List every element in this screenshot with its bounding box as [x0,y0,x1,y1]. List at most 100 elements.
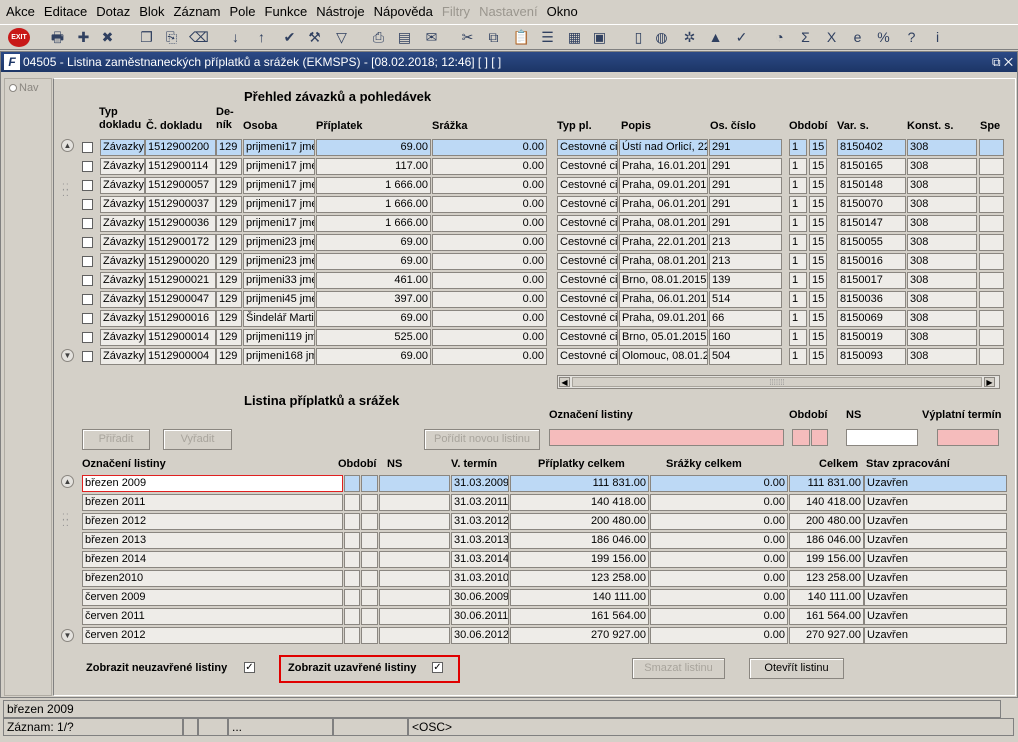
lower-cell[interactable] [379,475,450,492]
upper-cell[interactable]: 0.00 [432,215,547,232]
upper-cell[interactable]: Cestovné ci [557,139,618,156]
lower-cell[interactable] [361,475,378,492]
row-checkbox[interactable] [82,313,93,324]
lower-cell[interactable] [344,627,360,644]
upper-cell[interactable]: 308 [907,348,977,365]
lower-cell[interactable]: 31.03.2013 [451,532,509,549]
lower-cell[interactable] [379,551,450,568]
upper-cell[interactable]: 0.00 [432,291,547,308]
window-restore-icon[interactable]: ⧉ ✕ [992,52,1013,72]
upper-cell[interactable]: 1512900021 [145,272,216,289]
lower-cell[interactable]: březen 2013 [82,532,343,549]
upper-cell[interactable]: 1 [789,234,807,251]
upper-cell[interactable]: 1 [789,196,807,213]
upper-cell[interactable]: 15 [809,272,827,289]
upper-cell[interactable]: 8150148 [837,177,906,194]
upper-cell[interactable]: 69.00 [316,234,431,251]
upper-cell[interactable]: 1 666.00 [316,215,431,232]
upper-cell[interactable]: 66 [709,310,782,327]
upper-cell[interactable]: Brno, 05.01.2015 [619,329,708,346]
upper-cell[interactable]: 308 [907,329,977,346]
upper-cell[interactable]: 129 [216,177,242,194]
lower-cell[interactable] [361,513,378,530]
smazat-button[interactable]: Smazat listinu [632,658,725,679]
upper-cell[interactable]: 139 [709,272,782,289]
upper-cell[interactable]: 308 [907,215,977,232]
lower-cell[interactable] [361,532,378,549]
lower-cell[interactable]: březen 2009 [82,475,343,492]
print-preview-icon[interactable]: 🖶 [48,28,67,47]
lower-cell[interactable]: červen 2009 [82,589,343,606]
upper-cell[interactable]: 0.00 [432,234,547,251]
lower-scroll-up-icon[interactable]: ▲ [61,475,74,488]
lower-cell[interactable]: 186 046.00 [510,532,649,549]
upper-cell[interactable]: 129 [216,253,242,270]
menu-3[interactable]: Blok [136,4,167,19]
upper-cell[interactable]: 8150147 [837,215,906,232]
row-checkbox[interactable] [82,161,93,172]
upper-cell[interactable]: 0.00 [432,177,547,194]
lower-cell[interactable]: 123 258.00 [510,570,649,587]
sum-icon[interactable]: Σ [796,28,815,47]
lower-cell[interactable] [344,513,360,530]
percent-icon[interactable]: % [874,28,893,47]
accept-icon[interactable]: ✔ [280,28,299,47]
upper-cell[interactable]: 0.00 [432,139,547,156]
lower-cell[interactable] [361,494,378,511]
upper-cell[interactable]: 1 [789,291,807,308]
upper-cell[interactable]: Závazky [100,348,145,365]
row-checkbox[interactable] [82,142,93,153]
exit-icon[interactable]: EXIT [8,28,30,47]
lower-cell[interactable]: březen 2011 [82,494,343,511]
lower-cell[interactable] [361,627,378,644]
upper-cell[interactable]: 504 [709,348,782,365]
lower-cell[interactable]: Uzavřen [864,513,1007,530]
upper-cell[interactable] [979,272,1004,289]
upper-cell[interactable]: 69.00 [316,348,431,365]
upper-cell[interactable]: Cestovné ci [557,348,618,365]
menu-5[interactable]: Pole [227,4,259,19]
cut-icon[interactable]: ✂ [458,28,477,47]
upper-cell[interactable]: Praha, 08.01.2015 [619,215,708,232]
lower-cell[interactable]: 111 831.00 [789,475,864,492]
upper-cell[interactable]: Cestovné ci [557,272,618,289]
upper-cell[interactable]: Závazky [100,215,145,232]
row-checkbox[interactable] [82,256,93,267]
upper-cell[interactable]: 1 [789,253,807,270]
row-checkbox[interactable] [82,180,93,191]
uzavrene-checkbox[interactable]: ✓ [432,662,443,673]
upper-cell[interactable]: 1512900037 [145,196,216,213]
hscroll-right-icon[interactable]: ▶ [984,377,995,387]
lower-cell[interactable]: 123 258.00 [789,570,864,587]
upper-cell[interactable]: 308 [907,253,977,270]
upper-cell[interactable]: 1512900036 [145,215,216,232]
priradit-button[interactable]: Přiřadit [82,429,150,450]
upper-cell[interactable]: 1 [789,158,807,175]
upper-cell[interactable]: 308 [907,196,977,213]
upper-cell[interactable]: 1 [789,215,807,232]
upper-cell[interactable] [979,234,1004,251]
upper-cell[interactable]: 1512900047 [145,291,216,308]
help-icon[interactable]: ? [902,28,921,47]
calculator-icon[interactable]: ▣ [590,28,609,47]
upper-cell[interactable] [979,177,1004,194]
upper-cell[interactable]: 308 [907,234,977,251]
upper-cell[interactable]: 129 [216,310,242,327]
upper-cell[interactable]: Cestovné ci [557,253,618,270]
upper-cell[interactable]: Závazky [100,253,145,270]
upper-cell[interactable]: 291 [709,215,782,232]
upper-cell[interactable]: 291 [709,177,782,194]
upper-cell[interactable] [979,139,1004,156]
upper-cell[interactable]: 69.00 [316,139,431,156]
upper-cell[interactable]: 15 [809,310,827,327]
upper-cell[interactable]: Ústí nad Orlicí, 22 [619,139,708,156]
hscroll-thumb[interactable]: ⁞⁞⁞⁞⁞⁞⁞ [572,377,982,387]
upper-cell[interactable]: 8150069 [837,310,906,327]
lower-cell[interactable]: 31.03.2011 [451,494,509,511]
upper-cell[interactable]: 15 [809,139,827,156]
lower-cell[interactable]: 161 564.00 [789,608,864,625]
upper-cell[interactable]: 15 [809,215,827,232]
upper-cell[interactable]: Praha, 22.01.2015 [619,234,708,251]
lower-cell[interactable]: Uzavřen [864,532,1007,549]
upper-cell[interactable]: Závazky [100,310,145,327]
